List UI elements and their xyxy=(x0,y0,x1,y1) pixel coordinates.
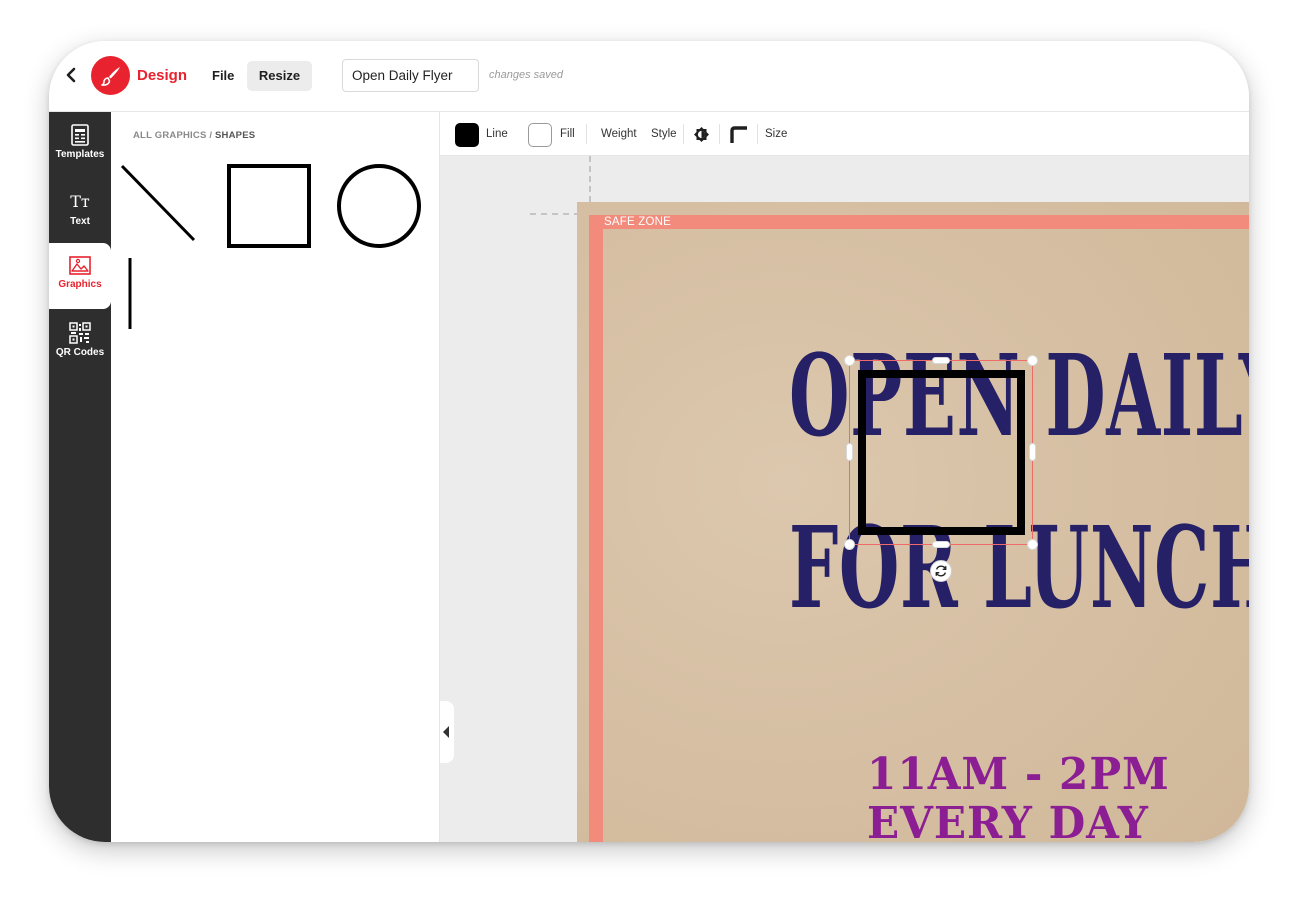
circle-shape[interactable] xyxy=(336,163,422,249)
safe-zone-border-top xyxy=(589,215,1249,229)
sidebar-item-graphics[interactable]: Graphics xyxy=(49,256,111,290)
vertical-line-shape[interactable] xyxy=(126,257,134,331)
graphics-panel: ALL GRAPHICS / SHAPES xyxy=(111,112,440,842)
weight-button[interactable]: Weight xyxy=(601,112,637,156)
opacity-icon[interactable] xyxy=(693,126,710,143)
guide-line-vertical xyxy=(589,156,591,202)
resize-handle-top-left[interactable] xyxy=(844,355,855,366)
corner-radius-icon[interactable] xyxy=(730,126,748,144)
graphics-icon xyxy=(69,256,91,275)
document-title-input[interactable] xyxy=(342,59,479,92)
resize-button[interactable]: Resize xyxy=(247,61,312,91)
fill-color-swatch[interactable] xyxy=(528,123,552,147)
line-color-swatch[interactable] xyxy=(455,123,479,147)
templates-icon xyxy=(71,124,89,146)
diagonal-line-shape[interactable] xyxy=(119,163,199,243)
flyer-page[interactable]: SAFE ZONE OPEN DAILY FOR LUNCH 11AM - 2P… xyxy=(577,202,1249,842)
resize-handle-right[interactable] xyxy=(1029,443,1036,461)
breadcrumb-separator: / xyxy=(206,130,216,141)
square-shape[interactable] xyxy=(226,163,312,249)
guide-line-horizontal xyxy=(530,213,580,215)
back-chevron-icon[interactable] xyxy=(59,63,83,87)
resize-handle-bottom[interactable] xyxy=(932,541,950,548)
days-text[interactable]: EVERY DAY xyxy=(867,802,1149,843)
top-bar: Design File Resize changes saved xyxy=(49,41,1249,112)
save-status: changes saved xyxy=(489,69,563,81)
toolbar-divider xyxy=(719,124,720,144)
safe-zone-border-left xyxy=(589,215,603,842)
size-button[interactable]: Size xyxy=(765,112,787,156)
resize-handle-left[interactable] xyxy=(846,443,853,461)
fill-label[interactable]: Fill xyxy=(560,112,575,156)
toolbar-divider xyxy=(757,124,758,144)
sidebar-item-label: Templates xyxy=(55,149,105,160)
sidebar-item-label: Graphics xyxy=(58,279,102,290)
file-menu[interactable]: File xyxy=(204,61,242,91)
style-button[interactable]: Style xyxy=(651,112,677,156)
safe-zone-label: SAFE ZONE xyxy=(604,216,671,228)
qr-code-icon xyxy=(69,322,91,344)
resize-handle-top-right[interactable] xyxy=(1027,355,1038,366)
resize-handle-top[interactable] xyxy=(932,357,950,364)
toolbar-divider xyxy=(586,124,587,144)
sidebar-item-text[interactable]: Tт Text xyxy=(49,192,111,227)
line-label[interactable]: Line xyxy=(486,112,508,156)
resize-handle-bottom-right[interactable] xyxy=(1027,539,1038,550)
sidebar: Templates Tт Text Graphics QR Codes xyxy=(49,112,111,842)
brand-name: Design xyxy=(137,67,188,84)
design-canvas[interactable]: SAFE ZONE OPEN DAILY FOR LUNCH 11AM - 2P… xyxy=(440,156,1249,842)
breadcrumb-all-graphics[interactable]: ALL GRAPHICS xyxy=(133,130,206,141)
resize-handle-bottom-left[interactable] xyxy=(844,539,855,550)
selection-box xyxy=(849,360,1033,545)
breadcrumb: ALL GRAPHICS / SHAPES xyxy=(133,130,255,141)
text-icon: Tт xyxy=(70,192,90,211)
collapse-panel-button[interactable] xyxy=(440,701,454,763)
toolbar-divider xyxy=(683,124,684,144)
sidebar-item-label: Text xyxy=(70,216,90,227)
sidebar-item-label: QR Codes xyxy=(55,347,105,358)
app-window: Design File Resize changes saved Templat… xyxy=(49,41,1249,842)
rotate-handle-icon[interactable] xyxy=(930,560,952,582)
sidebar-item-qr-codes[interactable]: QR Codes xyxy=(49,322,111,358)
brush-logo-icon xyxy=(91,56,130,95)
sidebar-item-templates[interactable]: Templates xyxy=(49,124,111,160)
hours-text[interactable]: 11AM - 2PM xyxy=(867,753,1170,797)
shape-toolbar: Line Fill Weight Style Size xyxy=(440,112,1249,156)
breadcrumb-current: SHAPES xyxy=(215,130,256,141)
